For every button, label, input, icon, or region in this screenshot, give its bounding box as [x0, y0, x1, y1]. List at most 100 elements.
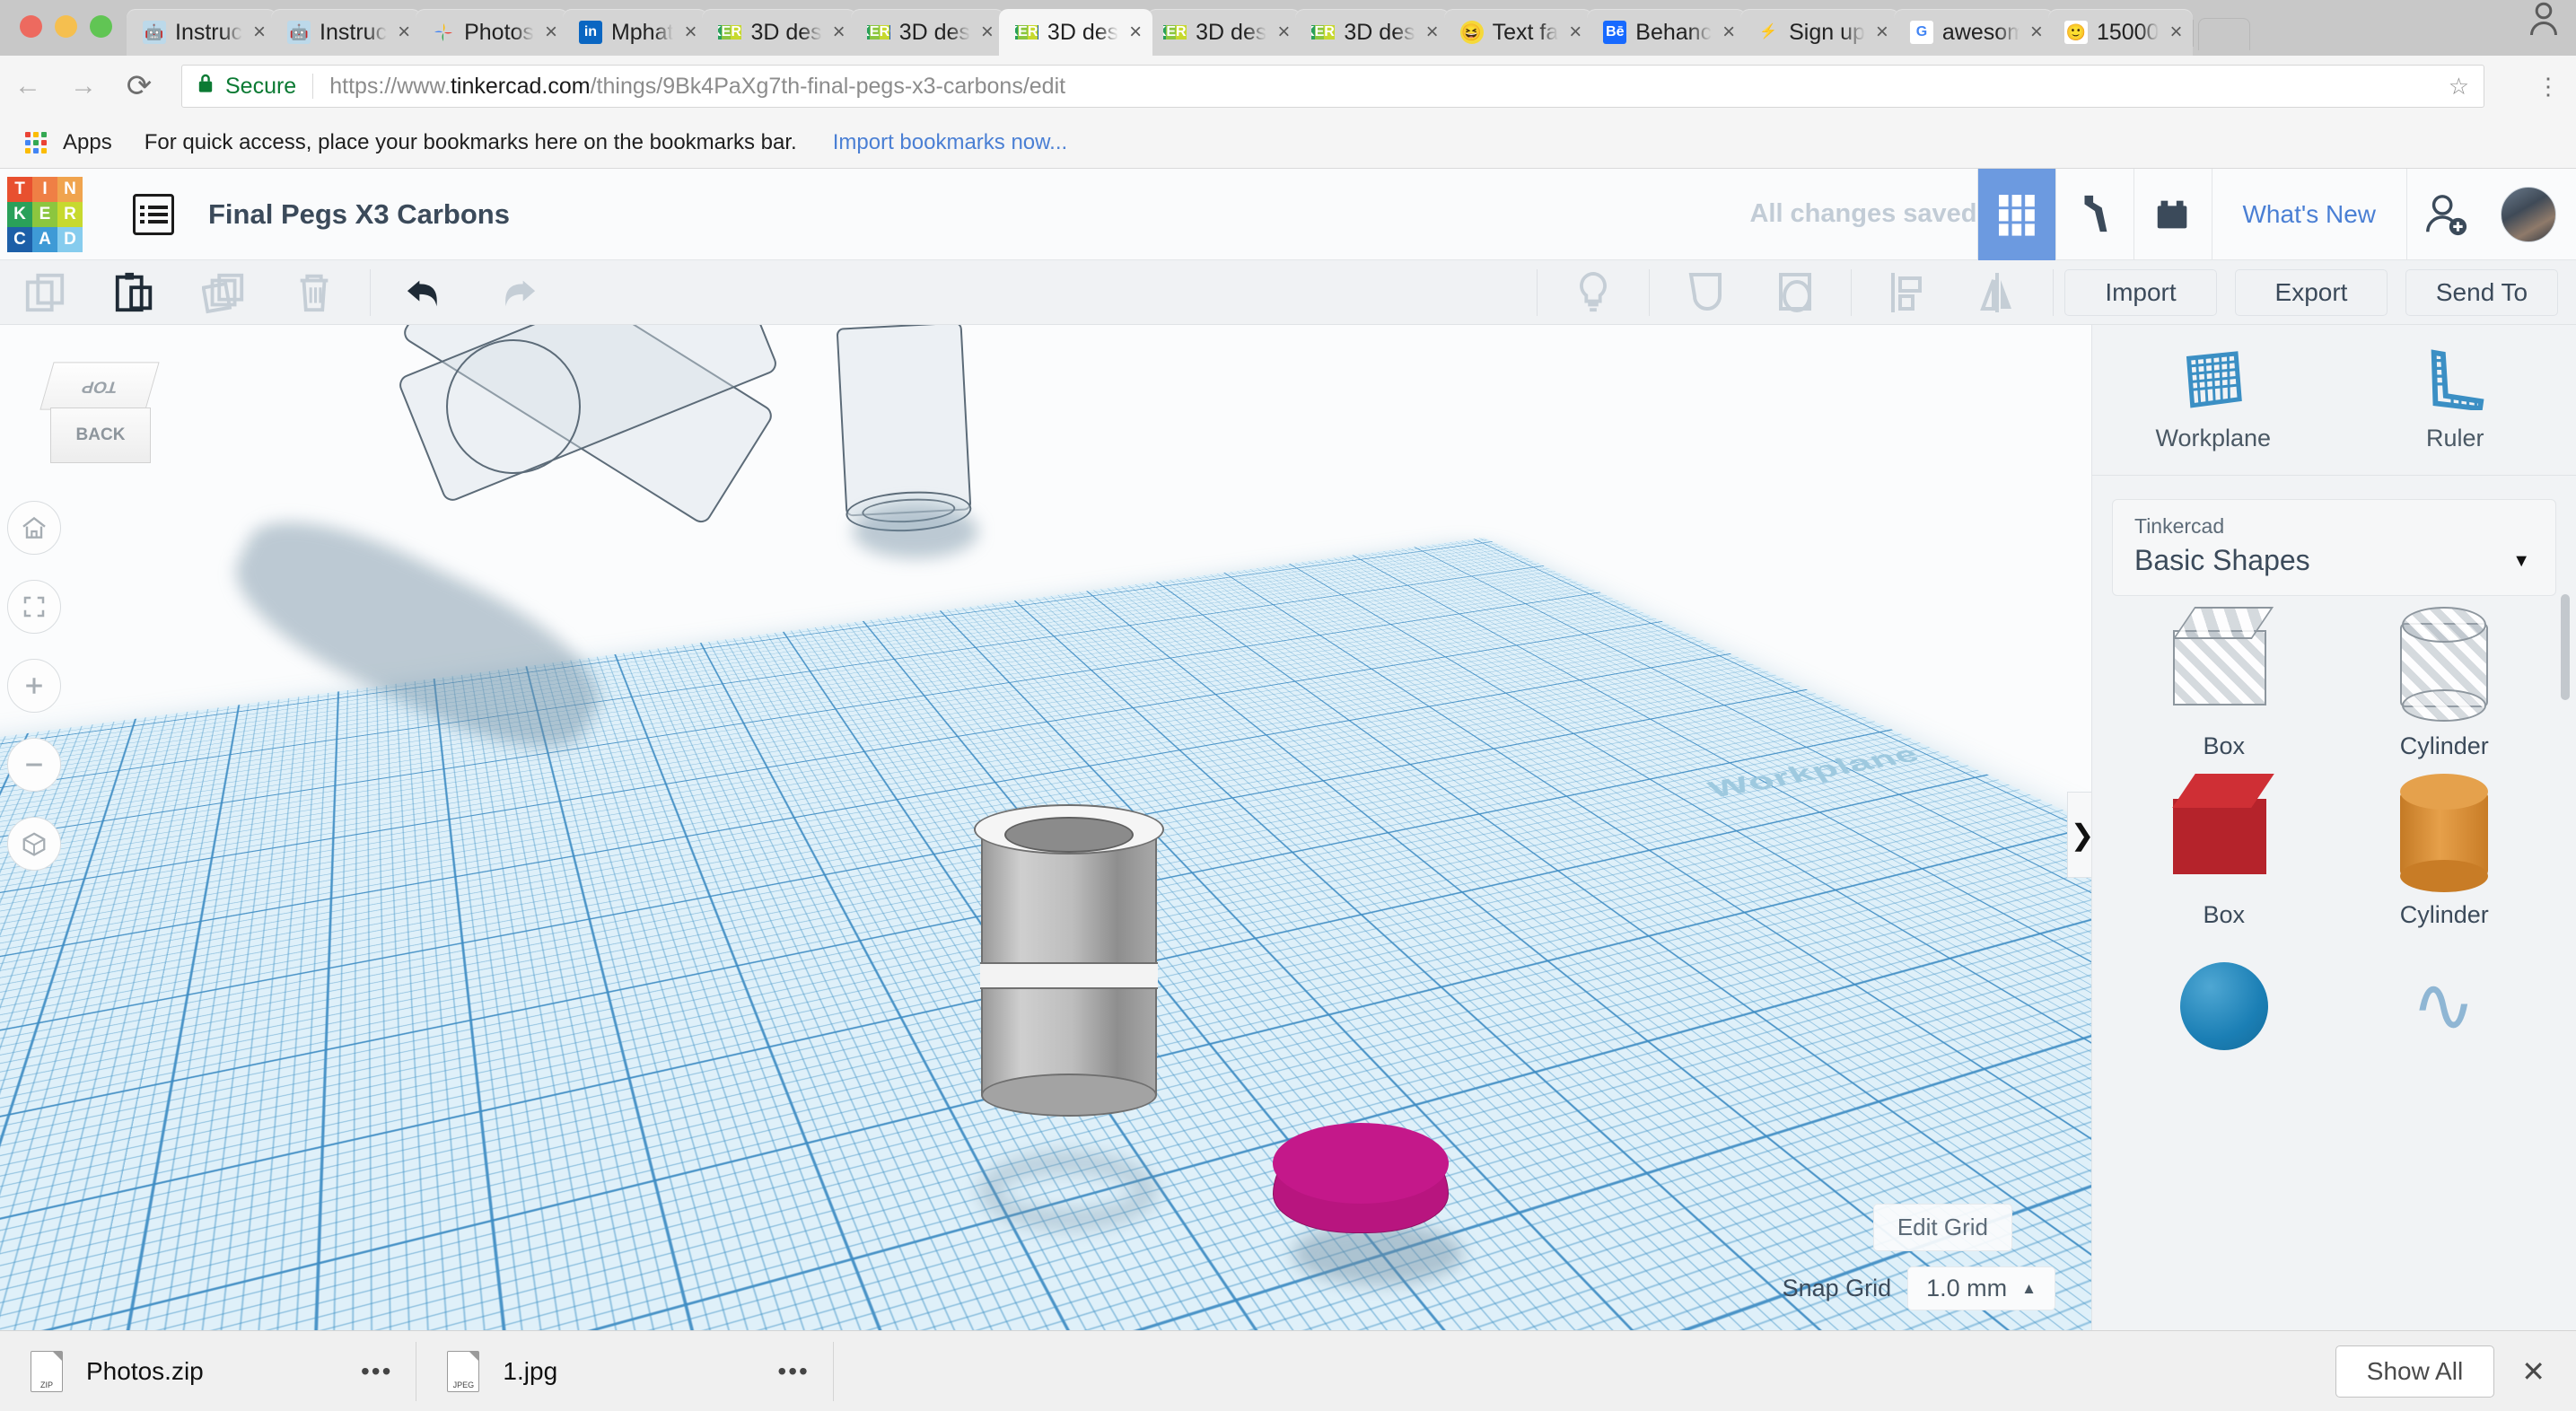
shape-item-scribble[interactable]: ∿	[2335, 948, 2555, 1117]
browser-tab[interactable]: Photos ×	[416, 9, 568, 56]
document-title[interactable]: Final Pegs X3 Carbons	[208, 198, 510, 231]
workplane-tool[interactable]: Workplane	[2092, 325, 2335, 475]
browser-tab[interactable]: Bē Behanc ×	[1587, 9, 1746, 56]
bookmark-star-icon[interactable]: ☆	[2449, 73, 2469, 101]
tab-close-icon[interactable]: ×	[979, 22, 994, 43]
shape-item-cylinder-hole[interactable]: Cylinder	[2335, 610, 2555, 779]
ungroup-icon[interactable]	[1750, 260, 1840, 325]
close-window-button[interactable]	[20, 15, 42, 38]
browser-tab[interactable]: TINKERCAD 3D des ×	[702, 9, 855, 56]
close-downloads-bar-icon[interactable]: ✕	[2521, 1354, 2545, 1389]
codeblocks-icon[interactable]	[2056, 169, 2134, 260]
show-all-downloads-button[interactable]: Show All	[2335, 1345, 2494, 1398]
ghost-tube-shape[interactable]	[837, 325, 972, 517]
view-cube[interactable]: TOP BACK	[41, 361, 158, 467]
light-bulb-icon[interactable]	[1548, 260, 1638, 325]
align-icon[interactable]	[1862, 260, 1952, 325]
add-person-icon[interactable]	[2407, 169, 2484, 260]
ghost-ring-shape[interactable]	[446, 339, 581, 474]
3d-viewport[interactable]: Workplane TOP BACK	[0, 325, 2091, 1330]
browser-tab[interactable]: Instruc ×	[271, 9, 421, 56]
zoom-window-button[interactable]	[90, 15, 112, 38]
browser-tab[interactable]: TINKERCAD 3D des ×	[1147, 9, 1301, 56]
shape-item-box-hole[interactable]: Box	[2114, 610, 2335, 779]
download-menu-icon[interactable]: •••	[777, 1357, 809, 1386]
view-cube-top-face[interactable]: TOP	[39, 362, 159, 409]
download-item[interactable]: JPEG 1.jpg •••	[416, 1342, 833, 1401]
browser-menu-button[interactable]: ⋮	[2520, 73, 2576, 101]
tab-close-icon[interactable]: ×	[1721, 22, 1735, 43]
whats-new-link[interactable]: What's New	[2212, 200, 2407, 229]
tab-close-icon[interactable]: ×	[831, 22, 846, 43]
copy-icon[interactable]	[0, 260, 90, 325]
bricks-icon[interactable]	[2134, 169, 2212, 260]
address-bar[interactable]: Secure https://www.tinkercad.com/things/…	[181, 65, 2484, 108]
redo-icon[interactable]	[471, 260, 561, 325]
browser-tab[interactable]: 🙂 15000 ×	[2048, 9, 2194, 56]
tab-close-icon[interactable]: ×	[2168, 22, 2182, 43]
url-domain: tinkercad.com	[451, 74, 591, 99]
tinkercad-logo[interactable]: T I N K E R C A D	[7, 177, 83, 252]
magenta-cylinder-object[interactable]	[1273, 1126, 1449, 1233]
tab-close-icon[interactable]: ×	[682, 22, 697, 43]
profile-avatar-icon[interactable]	[2528, 0, 2576, 56]
mirror-icon[interactable]	[1952, 260, 2042, 325]
tab-close-icon[interactable]: ×	[1275, 22, 1290, 43]
zoom-in-icon[interactable]	[7, 659, 61, 713]
tab-title: 3D des	[899, 20, 970, 46]
back-button[interactable]: ←	[0, 58, 56, 114]
send-to-button[interactable]: Send To	[2405, 269, 2558, 316]
tab-close-icon[interactable]: ×	[543, 22, 557, 43]
shape-library-select[interactable]: Tinkercad Basic Shapes ▼	[2112, 499, 2556, 596]
browser-tab[interactable]: Instruc ×	[127, 9, 276, 56]
orthographic-icon[interactable]	[7, 817, 61, 871]
apps-grid-icon[interactable]	[25, 132, 47, 153]
tab-close-icon[interactable]: ×	[1874, 22, 1888, 43]
edit-grid-button[interactable]: Edit Grid	[1873, 1204, 2012, 1251]
paste-icon[interactable]	[90, 260, 180, 325]
browser-tab-active[interactable]: TINKERCAD 3D des ×	[999, 9, 1152, 56]
ruler-tool[interactable]: Ruler	[2335, 325, 2576, 475]
import-button[interactable]: Import	[2064, 269, 2217, 316]
shape-item-sphere[interactable]	[2114, 948, 2335, 1117]
delete-icon[interactable]	[269, 260, 359, 325]
tab-close-icon[interactable]: ×	[1567, 22, 1582, 43]
view-cube-front-face[interactable]: BACK	[50, 408, 151, 463]
browser-tab[interactable]: TINKERCAD 3D des ×	[851, 9, 1004, 56]
project-list-icon[interactable]	[133, 194, 174, 235]
grey-tube-object[interactable]	[981, 828, 1157, 1097]
forward-button[interactable]: →	[56, 58, 111, 114]
download-menu-icon[interactable]: •••	[361, 1357, 392, 1386]
new-tab-button[interactable]	[2198, 18, 2250, 50]
tab-title: 3D des	[1344, 20, 1415, 46]
browser-tab[interactable]: TINKERCAD 3D des ×	[1295, 9, 1449, 56]
export-button[interactable]: Export	[2235, 269, 2388, 316]
download-item[interactable]: ZIP Photos.zip •••	[0, 1342, 416, 1401]
tab-close-icon[interactable]: ×	[251, 22, 266, 43]
apps-label[interactable]: Apps	[63, 130, 112, 155]
group-icon[interactable]	[1660, 260, 1750, 325]
user-avatar[interactable]	[2501, 187, 2556, 242]
tab-title: Text fa	[1493, 20, 1559, 46]
reload-button[interactable]: ⟳	[111, 58, 167, 114]
grid-view-icon[interactable]	[1978, 169, 2055, 260]
snap-grid-select[interactable]: 1.0 mm ▲	[1907, 1266, 2055, 1310]
duplicate-icon[interactable]	[180, 260, 269, 325]
shape-item-cylinder-solid[interactable]: Cylinder	[2335, 779, 2555, 948]
import-bookmarks-link[interactable]: Import bookmarks now...	[833, 130, 1067, 155]
fit-all-icon[interactable]	[7, 580, 61, 634]
undo-icon[interactable]	[381, 260, 471, 325]
browser-tab[interactable]: in Mphat ×	[563, 9, 708, 56]
browser-tab[interactable]: 😆 Text fa ×	[1444, 9, 1593, 56]
browser-tab[interactable]: ⚡ Sign up ×	[1740, 9, 1899, 56]
shape-item-box-solid[interactable]: Box	[2114, 779, 2335, 948]
tab-close-icon[interactable]: ×	[1424, 22, 1439, 43]
tab-close-icon[interactable]: ×	[2028, 22, 2043, 43]
browser-tab[interactable]: G awesom ×	[1894, 9, 2054, 56]
tab-close-icon[interactable]: ×	[1127, 22, 1142, 43]
zoom-out-icon[interactable]	[7, 738, 61, 792]
tab-close-icon[interactable]: ×	[396, 22, 410, 43]
home-view-icon[interactable]	[7, 501, 61, 555]
minimize-window-button[interactable]	[55, 15, 77, 38]
editor-toolbar: Import Export Send To	[0, 260, 2576, 325]
